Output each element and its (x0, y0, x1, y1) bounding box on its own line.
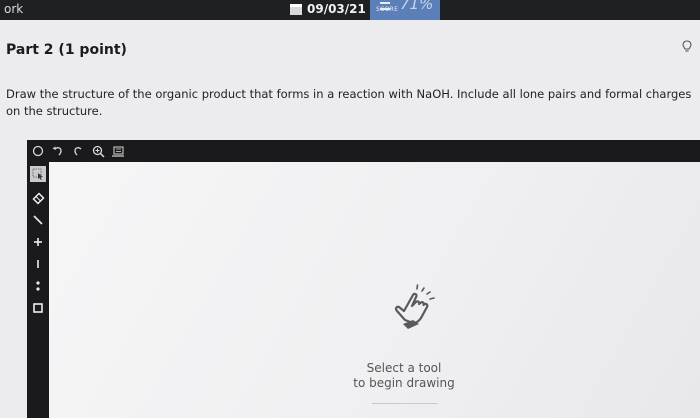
zoom-icon[interactable] (91, 143, 105, 159)
top-header-bar: ork 09/03/21 SCORE 71% (0, 0, 700, 20)
canvas-placeholder-message: Select a tool to begin drawing (339, 361, 469, 391)
header-left-label: ork (4, 2, 24, 16)
due-date: 09/03/21 (290, 2, 366, 16)
editor-tool-palette (27, 162, 49, 418)
placeholder-divider (372, 403, 438, 404)
score-label: SCORE (376, 6, 399, 13)
placeholder-line-2: to begin drawing (353, 376, 455, 390)
minus-charge-icon[interactable] (30, 256, 46, 272)
single-bond-icon[interactable] (30, 212, 46, 228)
pointing-hand-icon (394, 284, 435, 329)
lone-pair-icon[interactable] (30, 278, 46, 294)
clear-icon[interactable] (31, 143, 45, 159)
drawing-canvas[interactable]: Select a tool to begin drawing (49, 162, 700, 418)
plus-charge-icon[interactable] (30, 234, 46, 250)
score-value: 71% (400, 0, 434, 13)
placeholder-line-1: Select a tool (366, 361, 442, 375)
redo-icon[interactable] (71, 143, 85, 159)
question-text: Draw the structure of the organic produc… (6, 87, 692, 118)
undo-icon[interactable] (51, 143, 65, 159)
bracket-icon[interactable] (30, 300, 46, 316)
select-tool-icon[interactable] (30, 166, 46, 182)
eraser-icon[interactable] (30, 190, 46, 206)
calendar-icon (290, 3, 302, 15)
part-title: Part 2 (1 point) (6, 42, 127, 58)
score-badge: SCORE 71% (370, 0, 440, 20)
structure-drawing-editor: Select a tool to begin drawing (27, 140, 700, 418)
due-date-text: 09/03/21 (307, 2, 366, 16)
template-icon[interactable] (111, 143, 125, 159)
hint-lightbulb-icon[interactable] (682, 40, 692, 54)
question-panel: Part 2 (1 point) Draw the structure of t… (0, 20, 700, 418)
editor-toolbar (27, 140, 700, 162)
